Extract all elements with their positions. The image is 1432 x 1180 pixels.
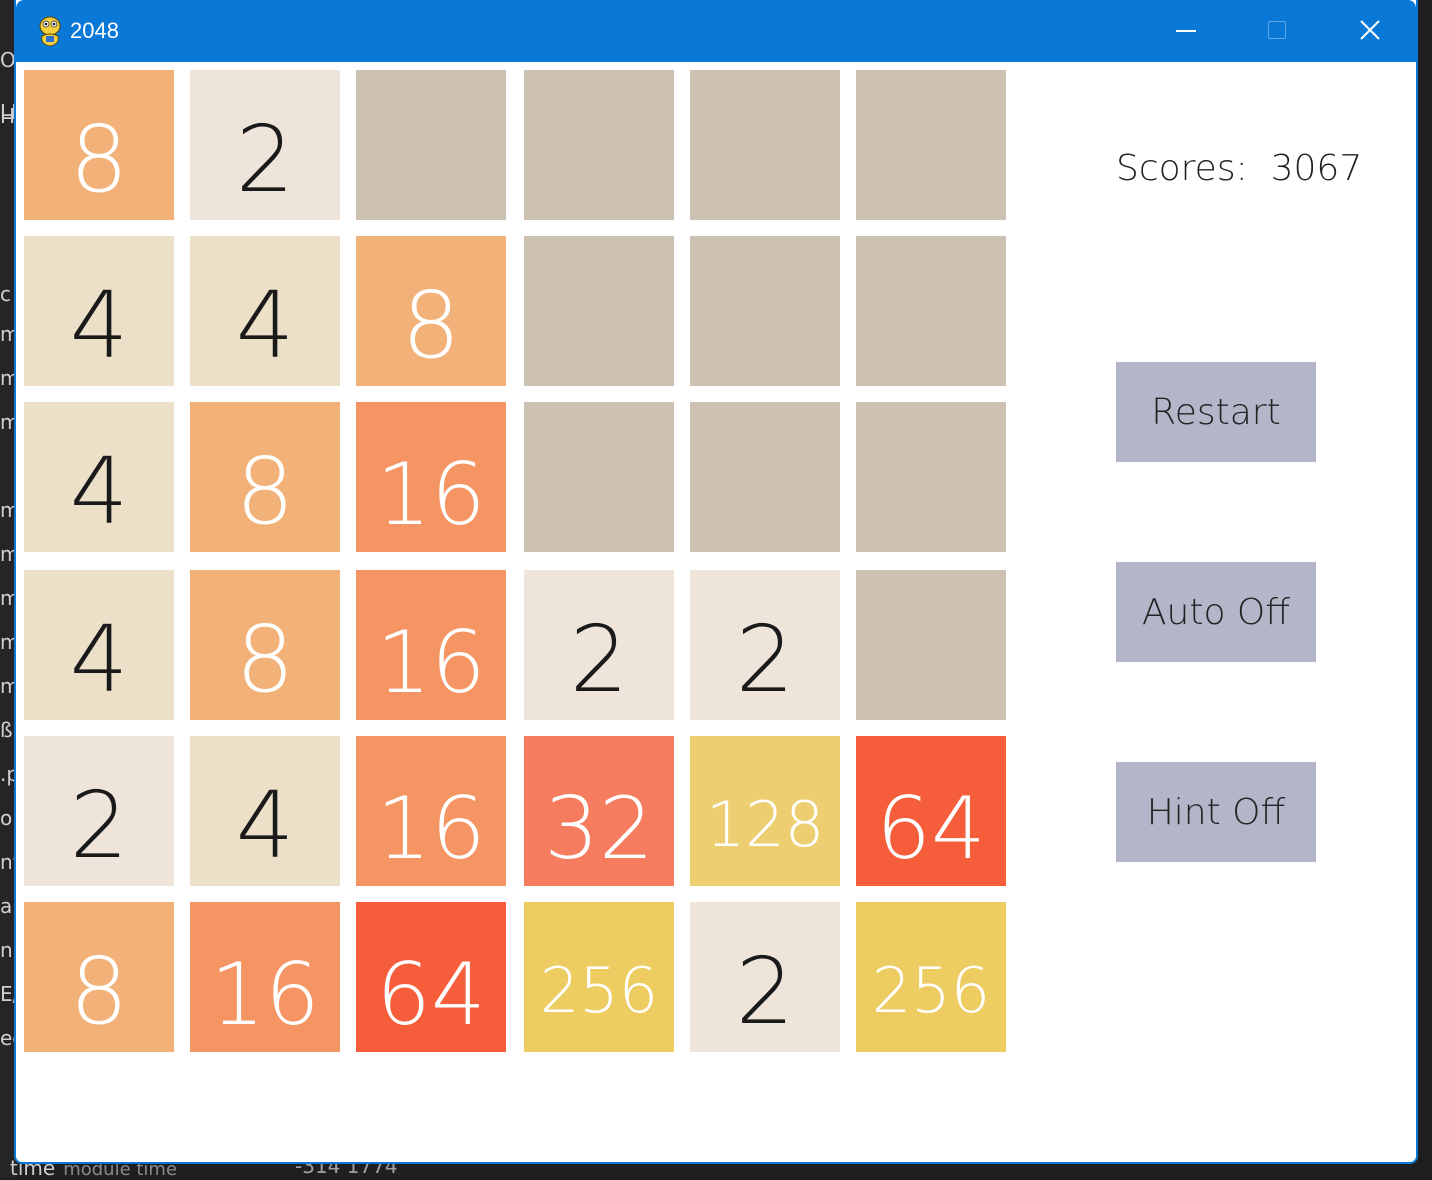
tile-2: 2 xyxy=(524,570,674,720)
maximize-icon xyxy=(1268,21,1286,39)
tile-4: 4 xyxy=(24,402,174,552)
tile-8: 8 xyxy=(24,70,174,220)
tile-128: 128 xyxy=(690,736,840,886)
tile-value: 2 xyxy=(735,606,795,713)
tile-64: 64 xyxy=(856,736,1006,886)
tile-4: 4 xyxy=(24,570,174,720)
title-bar[interactable]: 2048 xyxy=(16,0,1416,62)
close-button[interactable] xyxy=(1324,0,1416,62)
empty-tile xyxy=(524,402,674,552)
tile-256: 256 xyxy=(856,902,1006,1052)
minimize-icon xyxy=(1176,30,1196,32)
empty-tile xyxy=(524,236,674,386)
tile-2: 2 xyxy=(690,570,840,720)
restart-button[interactable]: Restart xyxy=(1116,362,1316,462)
tile-value: 4 xyxy=(69,438,129,545)
empty-tile xyxy=(690,402,840,552)
score-label: Scores: 3067 xyxy=(1116,148,1363,189)
tile-2: 2 xyxy=(690,902,840,1052)
tile-32: 32 xyxy=(524,736,674,886)
tile-16: 16 xyxy=(356,570,506,720)
tile-64: 64 xyxy=(356,902,506,1052)
empty-tile xyxy=(524,70,674,220)
tile-value: 4 xyxy=(69,606,129,713)
tile-value: 16 xyxy=(376,445,486,545)
tile-4: 4 xyxy=(24,236,174,386)
tile-value: 8 xyxy=(401,272,461,379)
tile-8: 8 xyxy=(24,902,174,1052)
hint-toggle-button[interactable]: Hint Off xyxy=(1116,762,1316,862)
background-glyph: c xyxy=(0,282,11,306)
tile-value: 16 xyxy=(210,945,320,1045)
minimize-button[interactable] xyxy=(1140,0,1232,62)
tile-16: 16 xyxy=(356,402,506,552)
empty-tile xyxy=(856,236,1006,386)
window-title: 2048 xyxy=(70,18,119,43)
close-icon xyxy=(1360,20,1380,40)
tile-value: 64 xyxy=(876,779,986,879)
tile-value: 32 xyxy=(544,779,654,879)
game-window: 2048 8 2 4 4 8 4 8 16 4 8 16 2 2 2 4 16 32 128 64 8 16 64 256 2… xyxy=(14,0,1418,1164)
tile-value: 2 xyxy=(569,606,629,713)
tile-8: 8 xyxy=(356,236,506,386)
empty-tile xyxy=(690,236,840,386)
tile-value: 8 xyxy=(235,438,295,545)
tile-value: 4 xyxy=(235,272,295,379)
tile-value: 128 xyxy=(705,788,825,861)
tile-value: 8 xyxy=(235,606,295,713)
empty-tile xyxy=(856,402,1006,552)
maximize-button xyxy=(1232,0,1324,62)
tile-value: 2 xyxy=(235,106,295,213)
tile-value: 16 xyxy=(376,779,486,879)
tile-value: 4 xyxy=(69,272,129,379)
empty-tile xyxy=(856,570,1006,720)
tile-256: 256 xyxy=(524,902,674,1052)
tile-8: 8 xyxy=(190,402,340,552)
tile-2: 2 xyxy=(24,736,174,886)
empty-tile xyxy=(690,70,840,220)
auto-toggle-button[interactable]: Auto Off xyxy=(1116,562,1316,662)
tile-4: 4 xyxy=(190,736,340,886)
tile-value: 8 xyxy=(69,106,129,213)
tile-value: 8 xyxy=(69,938,129,1045)
tile-4: 4 xyxy=(190,236,340,386)
empty-tile xyxy=(356,70,506,220)
tile-2: 2 xyxy=(190,70,340,220)
tile-value: 256 xyxy=(871,954,991,1027)
tile-value: 64 xyxy=(376,945,486,1045)
tile-value: 256 xyxy=(539,954,659,1027)
tile-value: 2 xyxy=(69,772,129,879)
background-glyph: ß xyxy=(0,718,13,742)
tile-16: 16 xyxy=(190,902,340,1052)
pygame-snake-icon xyxy=(39,16,61,47)
tile-value: 4 xyxy=(235,772,295,879)
tile-value: 2 xyxy=(735,938,795,1045)
tile-16: 16 xyxy=(356,736,506,886)
empty-tile xyxy=(856,70,1006,220)
tile-8: 8 xyxy=(190,570,340,720)
tile-value: 16 xyxy=(376,613,486,713)
